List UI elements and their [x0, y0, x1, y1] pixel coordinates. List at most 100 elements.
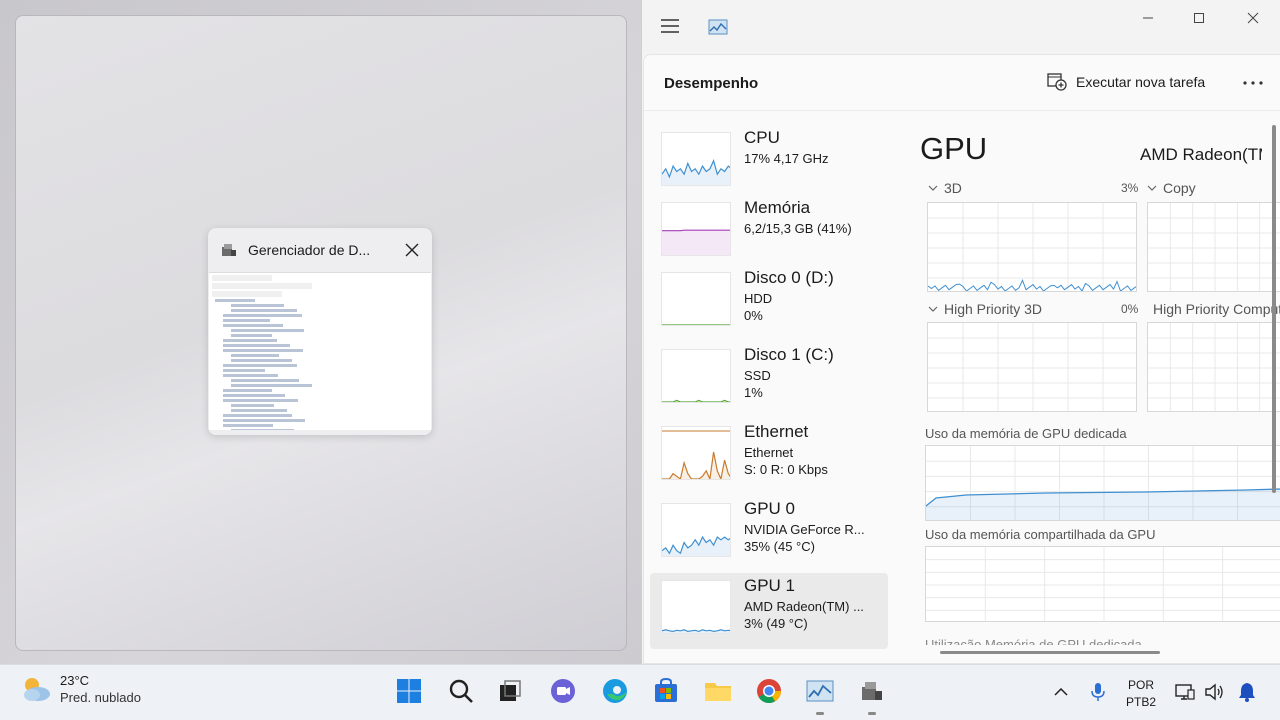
close-window-button[interactable] — [1242, 8, 1264, 28]
tree-row-preview — [223, 364, 297, 367]
perf-item-name: Memória — [744, 198, 811, 217]
notifications-button[interactable] — [1237, 682, 1257, 702]
shared-memory-graph — [925, 546, 1280, 622]
page-header: Desempenho Executar nova tarefa — [644, 55, 1280, 111]
tree-row-preview — [223, 419, 305, 422]
microsoft-store-button[interactable] — [650, 675, 682, 707]
more-icon — [1243, 81, 1263, 85]
tree-row-preview — [223, 414, 292, 417]
perf-item-usage: S: 0 R: 0 Kbps — [744, 462, 828, 477]
thumbnail-close-button[interactable] — [392, 230, 432, 270]
tree-row-preview — [231, 409, 287, 412]
graph-copy-plot — [1148, 203, 1280, 291]
mini-graph — [661, 580, 731, 634]
engine-selector-3d[interactable]: 3D — [928, 180, 962, 196]
network-button[interactable] — [1175, 682, 1195, 702]
perf-item-name: Disco 1 (C:) — [744, 345, 834, 364]
vertical-scrollbar[interactable] — [1272, 125, 1276, 493]
tree-row-preview — [223, 314, 302, 317]
edge-button[interactable] — [599, 675, 631, 707]
perf-item-cpu[interactable]: CPU 17% 4,17 GHz — [650, 125, 888, 201]
perf-item-disco-0-d[interactable]: Disco 0 (D:) HDD 0% — [650, 265, 888, 341]
bell-icon — [1239, 683, 1255, 702]
running-indicator — [868, 712, 876, 715]
engine-selector-copy[interactable]: Copy — [1147, 180, 1196, 196]
perf-item-detail: Ethernet — [744, 445, 794, 460]
dedicated-memory-plot — [926, 446, 1280, 520]
device-manager-taskbar-button[interactable] — [856, 675, 888, 707]
language-code: POR — [1128, 678, 1155, 692]
mini-graph — [661, 132, 731, 186]
perf-item-usage: 0% — [744, 308, 763, 323]
tree-row-preview — [223, 339, 277, 342]
mini-graph-line — [662, 399, 730, 402]
minimize-button[interactable] — [1137, 8, 1159, 28]
weather-widget[interactable]: 23°C Pred. nublado — [20, 673, 141, 705]
taskbar: 23°C Pred. nublado POR PTB2 — [0, 664, 1280, 720]
tree-row-preview — [223, 349, 303, 352]
perf-item-name: GPU 0 — [744, 499, 796, 518]
graph-hp3d-plot — [928, 323, 1136, 411]
chrome-button[interactable] — [753, 675, 785, 707]
language-indicator[interactable]: POR PTB2 — [1126, 677, 1156, 711]
task-view-button[interactable] — [494, 675, 526, 707]
tree-row-preview — [231, 384, 312, 387]
mini-graph-area — [662, 160, 730, 185]
thumbnail-title: Gerenciador de D... — [248, 242, 371, 258]
graph-3d — [927, 202, 1137, 292]
desktop: Gerenciador de D... — [0, 0, 640, 664]
detail-title: GPU — [920, 131, 988, 166]
maximize-button[interactable] — [1188, 8, 1210, 28]
chevron-down-icon — [928, 185, 938, 191]
performance-page: Desempenho Executar nova tarefa CPU 17% 4… — [643, 54, 1280, 664]
mini-graph-area — [662, 452, 730, 479]
show-hidden-icons-button[interactable] — [1051, 682, 1071, 702]
store-icon — [655, 678, 677, 702]
device-manager-icon — [222, 244, 236, 256]
tree-row-preview — [231, 429, 294, 430]
dedicated-memory-label: Uso da memória de GPU dedicada — [925, 426, 1127, 441]
perf-item-usage: 35% (45 °C) — [744, 539, 815, 554]
task-manager-taskbar-button[interactable] — [804, 675, 836, 707]
tree-row-preview — [231, 404, 274, 407]
microphone-button[interactable] — [1088, 682, 1108, 702]
thumbnail-preview — [209, 272, 431, 430]
perf-item-ethernet[interactable]: Ethernet Ethernet S: 0 R: 0 Kbps — [650, 419, 888, 495]
search-icon — [449, 679, 473, 703]
shared-memory-label: Uso da memória compartilhada da GPU — [925, 527, 1156, 542]
engine-selector-high-priority-compute[interactable]: High Priority Compute — [1147, 301, 1280, 317]
thumbnail-header: Gerenciador de D... — [208, 228, 432, 272]
speaker-icon — [1205, 683, 1223, 701]
tree-row-preview — [223, 344, 290, 347]
graph-high-priority-compute — [1147, 322, 1280, 412]
horizontal-scrollbar[interactable] — [940, 651, 1160, 654]
tree-row-preview — [223, 319, 270, 322]
teams-chat-button[interactable] — [547, 675, 579, 707]
chrome-icon — [757, 679, 781, 704]
mini-graph — [661, 272, 731, 326]
engine-selector-high-priority-3d[interactable]: High Priority 3D — [928, 301, 1042, 317]
hamburger-menu-icon[interactable] — [660, 18, 680, 34]
run-new-task-label: Executar nova tarefa — [1076, 74, 1206, 90]
perf-item-name: GPU 1 — [744, 576, 796, 595]
tree-row-preview — [231, 359, 292, 362]
close-icon — [1247, 12, 1259, 24]
more-options-button[interactable] — [1241, 73, 1265, 93]
microphone-icon — [1091, 683, 1105, 701]
perf-item-disco-1-c[interactable]: Disco 1 (C:) SSD 1% — [650, 342, 888, 418]
file-explorer-button[interactable] — [702, 675, 734, 707]
volume-button[interactable] — [1204, 682, 1224, 702]
run-new-task-button[interactable]: Executar nova tarefa — [1047, 73, 1205, 91]
search-button[interactable] — [445, 675, 477, 707]
perf-item-gpu-0[interactable]: GPU 0 NVIDIA GeForce R... 35% (45 °C) — [650, 496, 888, 572]
tree-row-preview — [223, 389, 272, 392]
engine-label: High Priority Compute — [1153, 301, 1280, 317]
start-button[interactable] — [393, 675, 425, 707]
perf-item-mem-ria[interactable]: Memória 6,2/15,3 GB (41%) — [650, 195, 888, 271]
memory-graph-area — [926, 489, 1280, 520]
perf-item-gpu-1[interactable]: GPU 1 AMD Radeon(TM) ... 3% (49 °C) — [650, 573, 888, 649]
window-thumbnail-device-manager[interactable]: Gerenciador de D... — [208, 228, 432, 435]
perf-item-name: CPU — [744, 128, 780, 147]
task-manager-app-icon — [708, 19, 728, 35]
tree-row-preview — [223, 424, 273, 427]
